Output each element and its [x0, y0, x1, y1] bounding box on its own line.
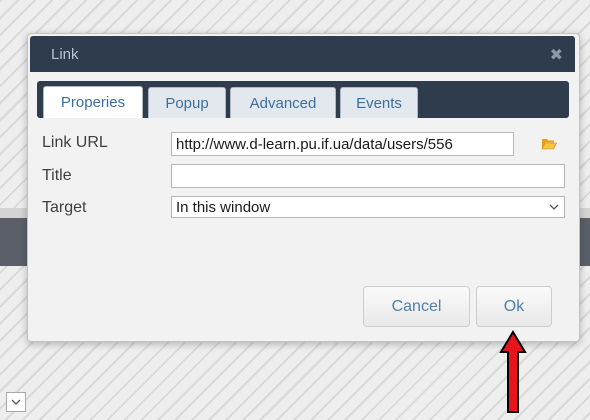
target-select[interactable]: In this window: [171, 196, 565, 218]
chevron-down-icon: [549, 204, 559, 210]
dialog-title: Link: [51, 46, 79, 63]
browse-button[interactable]: [539, 133, 559, 153]
dialog-titlebar[interactable]: Link ✖: [30, 36, 575, 72]
chevron-down-icon: [11, 399, 21, 405]
folder-open-icon: [541, 138, 557, 149]
title-input[interactable]: [171, 164, 565, 188]
tab-strip: Properies Popup Advanced Events: [37, 81, 569, 118]
cancel-button[interactable]: Cancel: [363, 286, 470, 327]
target-select-value: In this window: [176, 199, 271, 216]
tab-events[interactable]: Events: [340, 87, 418, 118]
link-dialog: Link ✖ Properies Popup Advanced Events L…: [27, 33, 580, 342]
close-icon[interactable]: ✖: [550, 45, 563, 64]
tab-properies[interactable]: Properies: [43, 86, 143, 118]
target-label: Target: [42, 199, 87, 216]
ok-button[interactable]: Ok: [476, 286, 552, 327]
tab-advanced[interactable]: Advanced: [230, 87, 336, 118]
link-url-label: Link URL: [42, 134, 108, 151]
link-url-input[interactable]: http://www.d-learn.pu.if.ua/data/users/5…: [171, 132, 514, 156]
red-arrow-up-icon: [499, 330, 527, 413]
tab-popup[interactable]: Popup: [148, 87, 226, 118]
title-label: Title: [42, 167, 72, 184]
background-dropdown[interactable]: [6, 392, 26, 412]
